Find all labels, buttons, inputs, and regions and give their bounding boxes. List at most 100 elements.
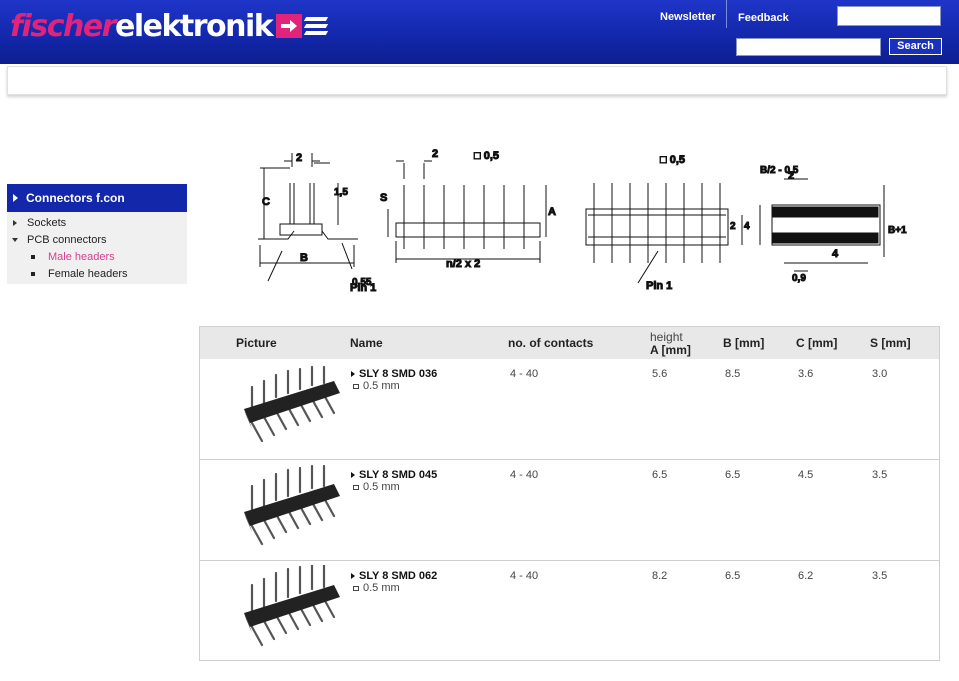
table-header: Picture Name no. of contacts height A [m… — [200, 327, 939, 359]
cell-height-a: 8.2 — [652, 570, 668, 582]
arrow-right-icon — [351, 573, 355, 579]
col-height-label: height — [650, 330, 683, 344]
sidebar-item-label: Male headers — [48, 250, 115, 263]
dim-n2x2-label: n/2 x 2 — [446, 258, 480, 270]
newsletter-link[interactable]: Newsletter — [660, 11, 716, 23]
col-name: Name — [350, 336, 383, 350]
sidebar-item-label: PCB connectors — [27, 233, 107, 246]
cell-contacts: 4 - 40 — [510, 570, 539, 582]
dim-b-label: B — [300, 252, 308, 264]
dim-one-five-label: 1,5 — [334, 187, 348, 198]
product-image[interactable] — [238, 363, 342, 449]
sidebar-item-sockets[interactable]: Sockets — [7, 214, 187, 231]
product-desc-text: 0.5 mm — [363, 582, 400, 594]
cell-b: 6.5 — [725, 570, 741, 582]
product-name-link[interactable]: SLY 8 SMD 036 — [351, 368, 437, 380]
sidebar: Connectors f.con Sockets PCB connectors … — [7, 184, 187, 284]
dim-b-plus-one-label: B+1 — [888, 225, 907, 236]
sidebar-item-pcb-connectors[interactable]: PCB connectors — [7, 231, 187, 248]
logo-text-elektronik: elektronik — [114, 8, 274, 44]
sidebar-item-label: Sockets — [27, 216, 67, 229]
dim-two-label: 2 — [432, 148, 438, 160]
arrow-down-icon — [12, 237, 18, 242]
product-name: SLY 8 SMD 062 — [359, 570, 438, 582]
cell-height-a: 5.6 — [652, 368, 668, 380]
table-row[interactable]: SLY 8 SMD 045 0.5 mm 4 - 40 6.5 6.5 4.5 … — [200, 460, 939, 561]
cell-s: 3.5 — [872, 570, 888, 582]
cell-c: 6.2 — [798, 570, 814, 582]
cell-b: 6.5 — [725, 469, 741, 481]
site-header: fischer elektronik Newsletter Feedback S… — [0, 0, 959, 64]
dim-two-label: 2 — [788, 170, 794, 182]
pin1-label: Pin 1 — [350, 282, 376, 294]
dim-c-label: C — [262, 196, 270, 208]
pin1-label: Pin 1 — [646, 280, 672, 292]
logo-text-fischer: fischer — [10, 8, 116, 44]
product-desc: 0.5 mm — [353, 481, 400, 493]
col-c: C [mm] — [796, 336, 838, 350]
square-bullet-icon — [31, 254, 35, 259]
arrow-right-icon — [351, 371, 355, 377]
table-row[interactable]: SLY 8 SMD 036 0.5 mm 4 - 40 5.6 8.5 3.6 … — [200, 359, 939, 460]
page: fischer elektronik Newsletter Feedback S… — [0, 0, 959, 681]
cell-b: 8.5 — [725, 368, 741, 380]
col-b: B [mm] — [723, 336, 765, 350]
square-outline-icon — [353, 484, 359, 490]
arrow-right-icon — [13, 194, 18, 202]
cell-s: 3.5 — [872, 469, 888, 481]
logo[interactable]: fischer elektronik — [10, 8, 329, 44]
breadcrumb-bar — [7, 66, 947, 95]
login-input[interactable] — [837, 6, 941, 26]
square-outline-icon — [353, 585, 359, 591]
sidebar-item-label: Female headers — [48, 267, 128, 280]
cell-contacts: 4 - 40 — [510, 368, 539, 380]
dim-two-label: 2 — [296, 152, 302, 164]
cell-contacts: 4 - 40 — [510, 469, 539, 481]
sidebar-title[interactable]: Connectors f.con — [7, 184, 187, 212]
search-input[interactable] — [736, 38, 881, 56]
product-desc-text: 0.5 mm — [363, 380, 400, 392]
product-name: SLY 8 SMD 045 — [359, 469, 438, 481]
pin-square-label: □ 0,5 — [660, 154, 685, 166]
product-name-link[interactable]: SLY 8 SMD 062 — [351, 570, 437, 582]
feedback-link[interactable]: Feedback — [738, 12, 789, 24]
product-table: Picture Name no. of contacts height A [m… — [199, 326, 940, 661]
cell-c: 4.5 — [798, 469, 814, 481]
top-view-right — [759, 178, 885, 272]
search-button[interactable]: Search — [889, 38, 942, 55]
product-desc: 0.5 mm — [353, 582, 400, 594]
side-view-left — [258, 153, 358, 282]
col-s: S [mm] — [870, 336, 911, 350]
table-row[interactable]: SLY 8 SMD 062 0.5 mm 4 - 40 8.2 6.5 6.2 … — [200, 561, 939, 662]
arrow-right-icon — [351, 472, 355, 478]
header-divider — [726, 0, 727, 28]
square-outline-icon — [353, 383, 359, 389]
col-picture: Picture — [236, 336, 277, 350]
cell-height-a: 6.5 — [652, 469, 668, 481]
sidebar-item-female-headers[interactable]: Female headers — [7, 265, 187, 282]
dim-four-label: 4 — [832, 248, 839, 260]
footprint-view — [585, 183, 743, 284]
dim-two-label: 2 — [730, 221, 736, 232]
dim-four-label: 4 — [744, 221, 750, 232]
dim-zero-nine-label: 0,9 — [792, 273, 806, 284]
logo-arrow-icon — [276, 14, 329, 38]
col-height-unit: A [mm] — [650, 343, 691, 357]
dim-s-label: S — [380, 192, 387, 204]
product-image[interactable] — [238, 565, 342, 651]
sidebar-menu: Sockets PCB connectors Male headers Fema… — [7, 212, 187, 284]
front-view-middle — [387, 160, 547, 263]
product-name: SLY 8 SMD 036 — [359, 368, 438, 380]
product-desc-text: 0.5 mm — [363, 481, 400, 493]
sidebar-title-label: Connectors f.con — [26, 191, 125, 205]
product-desc: 0.5 mm — [353, 380, 400, 392]
product-name-link[interactable]: SLY 8 SMD 045 — [351, 469, 437, 481]
dim-a-label: A — [548, 206, 556, 218]
square-bullet-icon — [31, 271, 35, 276]
product-image[interactable] — [238, 464, 342, 550]
technical-drawing: 2 C 1,5 B 0,55 Pin 1 2 □ 0,5 S A n/2 x 2 — [258, 148, 908, 295]
cell-s: 3.0 — [872, 368, 888, 380]
cell-c: 3.6 — [798, 368, 814, 380]
sidebar-item-male-headers[interactable]: Male headers — [7, 248, 187, 265]
pin-square-label: □ 0,5 — [474, 150, 499, 162]
